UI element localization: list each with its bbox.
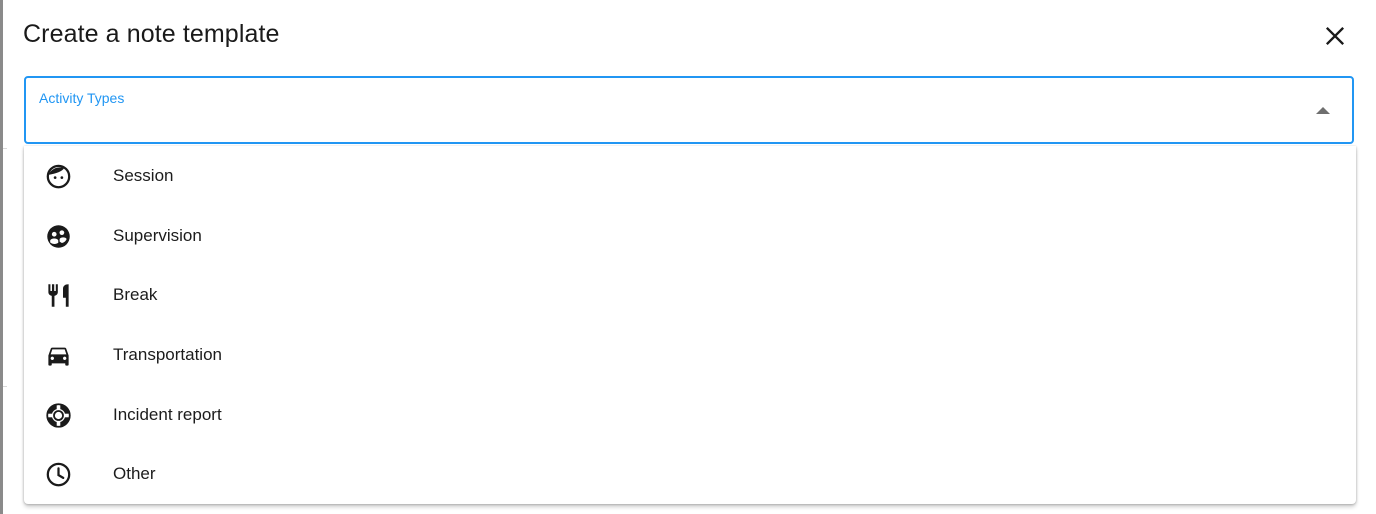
life-buoy-icon: [45, 402, 72, 429]
background-divider: [3, 386, 7, 387]
close-icon: [1325, 26, 1345, 46]
background-divider: [3, 148, 7, 149]
menu-item-supervision[interactable]: Supervision: [24, 206, 1356, 266]
menu-item-label: Break: [113, 285, 158, 304]
menu-item-session[interactable]: Session: [24, 146, 1356, 206]
menu-item-label: Transportation: [113, 345, 222, 364]
background-panel-edge: [0, 0, 3, 514]
close-button[interactable]: [1318, 19, 1352, 53]
select-label: Activity Types: [39, 90, 125, 106]
arrow-up-icon[interactable]: [1316, 107, 1330, 114]
menu-item-label: Supervision: [113, 226, 202, 245]
car-icon: [45, 342, 72, 369]
menu-item-incident-report[interactable]: Incident report: [24, 385, 1356, 445]
activity-types-select[interactable]: Activity Types: [24, 76, 1354, 144]
menu-item-other[interactable]: Other: [24, 444, 1356, 504]
dialog-title: Create a note template: [23, 20, 280, 48]
menu-item-transportation[interactable]: Transportation: [24, 325, 1356, 385]
restaurant-icon: [45, 282, 72, 309]
menu-item-break[interactable]: Break: [24, 265, 1356, 325]
supervision-icon: [45, 223, 72, 250]
menu-item-label: Incident report: [113, 405, 222, 424]
menu-item-label: Session: [113, 166, 174, 185]
activity-types-menu: Session Supervision Break Transportation…: [24, 146, 1356, 504]
menu-item-label: Other: [113, 464, 156, 483]
clock-icon: [45, 461, 72, 488]
face-icon: [45, 163, 72, 190]
